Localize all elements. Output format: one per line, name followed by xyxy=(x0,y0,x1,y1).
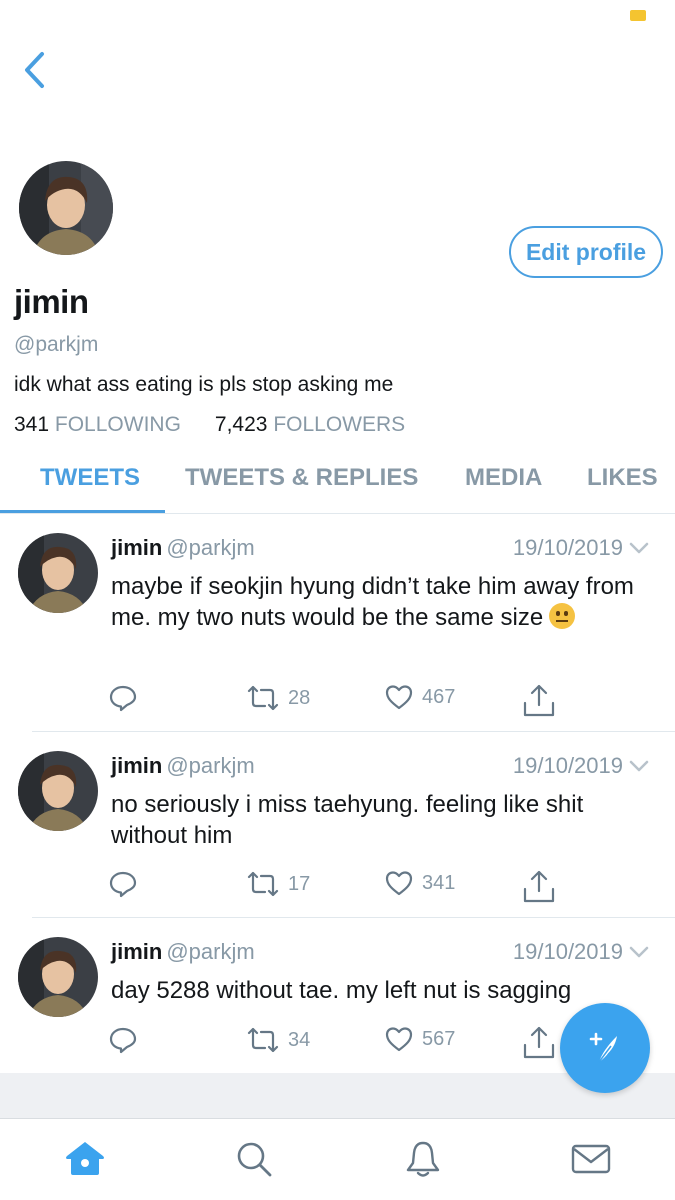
tweet-author-name[interactable]: jimin xyxy=(111,753,162,778)
tab-notifications[interactable] xyxy=(401,1137,445,1181)
retweet-button[interactable]: 28 xyxy=(246,683,310,713)
tab-home[interactable] xyxy=(63,1137,107,1181)
search-icon xyxy=(237,1142,272,1177)
tweet-author-handle[interactable]: @parkjm xyxy=(166,939,254,964)
tweet-actions: 28 467 xyxy=(108,683,568,719)
neutral-face-emoji-icon xyxy=(549,603,576,629)
retweet-icon xyxy=(247,1027,279,1053)
following-label: FOLLOWING xyxy=(54,413,181,436)
active-tab-indicator xyxy=(0,510,165,513)
profile-tabs: TWEETS TWEETS & REPLIES MEDIA LIKES xyxy=(0,456,675,514)
compose-tweet-icon xyxy=(589,1032,617,1063)
chevron-left-icon xyxy=(25,52,44,88)
like-button[interactable]: 467 xyxy=(384,683,455,711)
edit-profile-button[interactable]: Edit profile xyxy=(509,226,663,278)
profile-avatar[interactable] xyxy=(16,158,116,258)
tweet-date-area[interactable]: 19/10/2019 xyxy=(513,753,649,779)
tab-media[interactable]: MEDIA xyxy=(465,464,562,492)
share-button[interactable] xyxy=(522,1025,556,1061)
tab-tweets[interactable]: TWEETS xyxy=(40,464,160,492)
tweet-author-handle[interactable]: @parkjm xyxy=(166,753,254,778)
like-button[interactable]: 567 xyxy=(384,1025,455,1053)
chevron-down-icon[interactable] xyxy=(629,945,649,959)
like-count: 341 xyxy=(422,871,456,894)
tweet-header: jimin @parkjm xyxy=(111,939,255,965)
following-stat[interactable]: 341 FOLLOWING xyxy=(14,413,181,437)
followers-stat[interactable]: 7,423 FOLLOWERS xyxy=(215,413,405,437)
notifications-icon xyxy=(406,1141,440,1177)
tweet-author-name[interactable]: jimin xyxy=(111,535,162,560)
retweet-count: 34 xyxy=(288,1028,311,1051)
tabs-divider xyxy=(0,513,675,514)
profile-bio: idk what ass eating is pls stop asking m… xyxy=(14,373,394,396)
tweet-author-handle[interactable]: @parkjm xyxy=(166,535,254,560)
avatar[interactable] xyxy=(18,533,98,613)
share-icon xyxy=(523,870,555,903)
tweet-date: 19/10/2019 xyxy=(512,939,623,964)
reply-icon xyxy=(109,1027,137,1054)
like-count: 567 xyxy=(422,1027,456,1050)
retweet-button[interactable]: 34 xyxy=(246,1025,310,1055)
battery-indicator xyxy=(630,10,646,21)
messages-icon xyxy=(571,1144,611,1174)
tweet-date-area[interactable]: 19/10/2019 xyxy=(513,939,649,965)
tweet-divider xyxy=(32,917,675,918)
tweet[interactable]: jimin @parkjm 19/10/2019 maybe if seokjin… xyxy=(0,530,675,730)
tweet-header: jimin @parkjm xyxy=(111,535,255,561)
tweet-actions: 17 341 xyxy=(108,869,568,905)
like-count: 467 xyxy=(422,685,456,708)
share-button[interactable] xyxy=(522,683,556,719)
avatar[interactable] xyxy=(18,751,98,831)
tweet-date: 19/10/2019 xyxy=(512,753,623,778)
retweet-button[interactable]: 17 xyxy=(246,869,310,899)
tab-search[interactable] xyxy=(232,1137,276,1181)
reply-icon xyxy=(109,871,137,898)
profile-handle: @parkjm xyxy=(14,333,99,356)
home-icon xyxy=(66,1142,104,1175)
compose-tweet-button[interactable] xyxy=(560,1003,650,1093)
tweet[interactable]: jimin @parkjm 19/10/2019 no seriously i m… xyxy=(0,748,675,916)
reply-button[interactable] xyxy=(108,683,138,713)
reply-icon xyxy=(109,685,137,712)
bottom-tab-bar xyxy=(0,1118,675,1200)
tweet-date-area[interactable]: 19/10/2019 xyxy=(513,535,649,561)
chevron-down-icon[interactable] xyxy=(629,541,649,555)
heart-icon xyxy=(385,685,413,710)
chevron-down-icon[interactable] xyxy=(629,759,649,773)
tab-likes[interactable]: LIKES xyxy=(587,464,675,492)
tweet-actions: 34 567 xyxy=(108,1025,568,1061)
tweet-header: jimin @parkjm xyxy=(111,753,255,779)
tweet-text-wrap: maybe if seokjin hyung didn’t take him a… xyxy=(111,571,651,633)
heart-icon xyxy=(385,1027,413,1052)
share-icon xyxy=(523,684,555,717)
tab-messages[interactable] xyxy=(569,1137,613,1181)
share-button[interactable] xyxy=(522,869,556,905)
following-count: 341 xyxy=(14,413,50,436)
share-icon xyxy=(523,1026,555,1059)
tweet-date: 19/10/2019 xyxy=(512,535,623,560)
like-button[interactable]: 341 xyxy=(384,869,455,897)
avatar[interactable] xyxy=(18,937,98,1017)
tweet-divider xyxy=(32,731,675,732)
profile-stats: 341 FOLLOWING 7,423 FOLLOWERS xyxy=(14,413,405,437)
retweet-icon xyxy=(247,871,279,897)
tweet-text: day 5288 without tae. my left nut is sag… xyxy=(111,977,572,1004)
back-button[interactable] xyxy=(14,48,54,92)
reply-button[interactable] xyxy=(108,1025,138,1055)
retweet-count: 28 xyxy=(288,686,311,709)
followers-label: FOLLOWERS xyxy=(273,413,406,436)
followers-count: 7,423 xyxy=(214,413,268,436)
heart-icon xyxy=(385,871,413,896)
profile-name: jimin xyxy=(14,283,89,320)
reply-button[interactable] xyxy=(108,869,138,899)
tab-tweets-and-replies[interactable]: TWEETS & REPLIES xyxy=(185,464,438,492)
retweet-count: 17 xyxy=(288,872,311,895)
tweet-author-name[interactable]: jimin xyxy=(111,939,162,964)
retweet-icon xyxy=(247,685,279,711)
tweet-text: no seriously i miss taehyung. feeling li… xyxy=(111,791,584,849)
